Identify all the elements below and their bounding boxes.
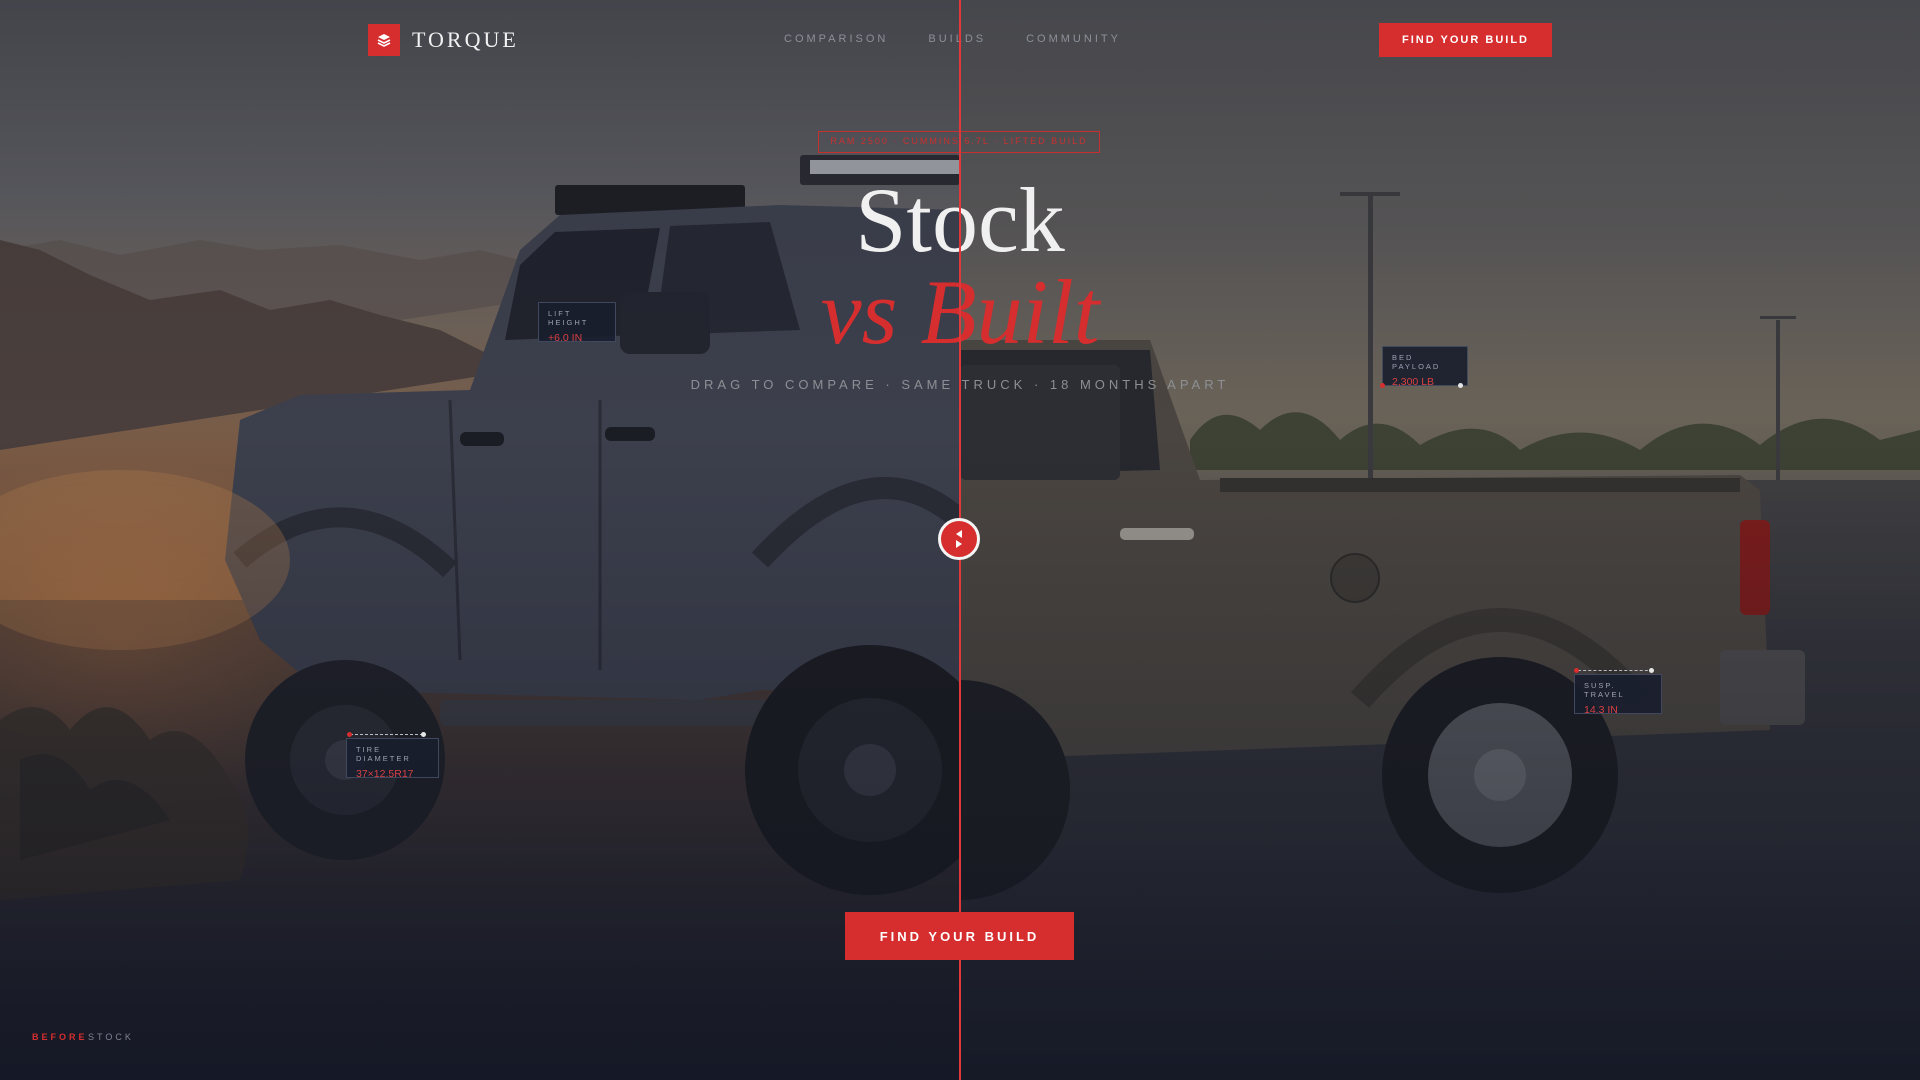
spec-lift-label: LIFT HEIGHT	[548, 309, 589, 327]
nav-link-community[interactable]: COMMUNITY	[1026, 33, 1121, 45]
tire-callout-line	[350, 734, 423, 735]
spec-tire-label: TIRE DIAMETER	[356, 745, 411, 763]
spec-tire-diameter: TIRE DIAMETER 37×12.5R17	[346, 738, 439, 780]
find-your-build-button[interactable]: FIND YOUR BUILD	[845, 912, 1074, 960]
before-label: BEFORE	[32, 1032, 88, 1042]
spec-bed-payload: BED PAYLOAD 2,300 LB	[1382, 346, 1468, 388]
brand-logo[interactable]: TORQUE	[368, 24, 519, 56]
stock-truck-scene	[960, 0, 1920, 1080]
tire-callout-dot-start	[347, 732, 352, 737]
susp-callout-line	[1578, 670, 1653, 671]
susp-callout-dot-end	[1649, 668, 1654, 673]
brand-name: TORQUE	[412, 27, 519, 52]
payload-callout-dot-start	[1380, 383, 1385, 388]
susp-callout-dot-start	[1574, 668, 1579, 673]
spec-payload-label: BED PAYLOAD	[1392, 353, 1441, 371]
spec-tire-value: 37×12.5R17	[356, 768, 414, 780]
spec-susp-label: SUSP. TRAVEL	[1584, 681, 1625, 699]
stock-label: STOCK	[88, 1032, 134, 1042]
stock-truck-illustration	[960, 192, 1920, 1080]
built-truck-illustration	[0, 155, 960, 1080]
built-truck-scene	[0, 0, 960, 1080]
arrows-left-right-icon	[956, 530, 962, 548]
comparison-stage[interactable]: TORQUE COMPARISON BUILDS COMMUNITY FIND …	[0, 0, 1920, 1080]
drag-handle[interactable]	[938, 518, 980, 560]
payload-callout-dot-end	[1458, 383, 1463, 388]
nav-links: COMPARISON BUILDS COMMUNITY	[784, 33, 1121, 45]
spec-susp-value: 14.3 IN	[1584, 704, 1618, 716]
layers-icon	[368, 24, 400, 56]
spec-lift-value: +6.0 IN	[548, 332, 583, 344]
spec-payload-value: 2,300 LB	[1392, 376, 1435, 388]
spec-susp-travel: SUSP. TRAVEL 14.3 IN	[1574, 674, 1662, 716]
nav-find-build-button[interactable]: FIND YOUR BUILD	[1379, 23, 1552, 57]
nav-link-comparison[interactable]: COMPARISON	[784, 33, 888, 45]
nav-link-builds[interactable]: BUILDS	[928, 33, 986, 45]
spec-lift-height: LIFT HEIGHT +6.0 IN	[538, 302, 616, 344]
tire-callout-dot-end	[421, 732, 426, 737]
